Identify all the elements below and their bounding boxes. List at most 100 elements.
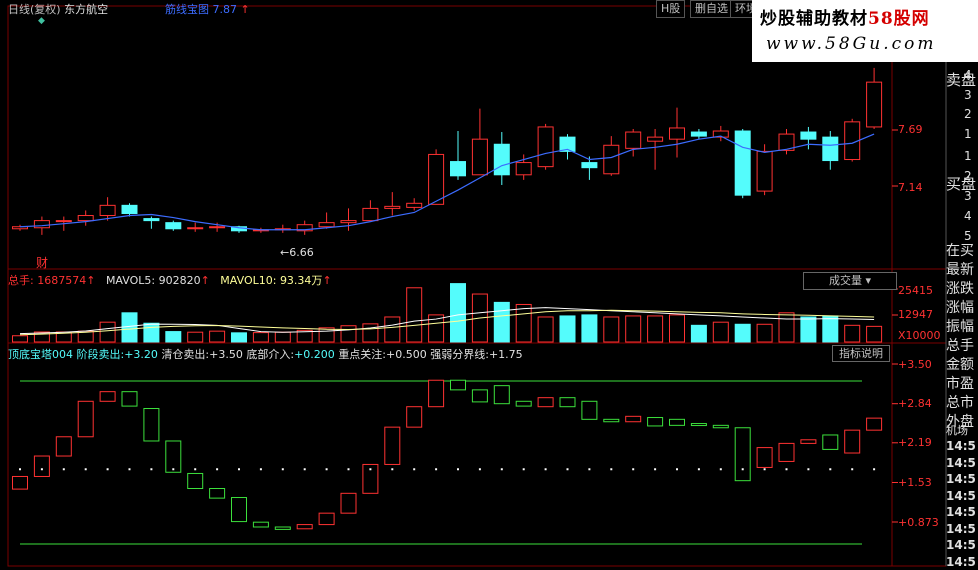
strength-dot [500,468,503,471]
strength-dot [741,468,744,471]
indicator-name[interactable]: 筋线宝图 [165,3,209,16]
period-label[interactable]: 日线(复权) [8,3,61,16]
indicator-help-button[interactable]: 指标说明 [832,345,890,362]
mavol5-value: 902820 [158,274,201,287]
tower-bar-up [844,429,861,454]
low-price-marker: ←6.66 [280,246,314,259]
candle-up [406,202,423,208]
candle-up [756,150,773,192]
strength-dot [763,468,766,471]
candle-up [669,127,685,140]
volume-bar-down [231,332,247,343]
quote-labels: 在买 最新 涨跌 涨幅 振幅 总手 金额 市盈 总市 外盘 [946,243,974,430]
strength-dot [413,468,416,471]
volume-bar-down [734,323,751,343]
tower-bar-down [822,434,839,450]
tower-bar-down [187,472,204,489]
candle-up [537,126,554,168]
indicator-tick-2: +2.84 [898,397,932,410]
tower-bar-down [647,417,664,427]
indicator-tick-3: +2.19 [898,436,932,449]
tower-bar-up [33,455,50,477]
price-tick-2: 7.14 [898,181,923,194]
finance-marker[interactable]: 财 [36,254,48,271]
candle-down [581,162,598,169]
tab-remove-favorite[interactable]: 删自选 [690,0,733,18]
tower-bar-up [384,426,401,465]
indicator-item-label: 阶段卖出: [76,348,125,361]
strength-dot [259,468,262,471]
tower-bar-up [12,475,28,490]
candle-up [187,227,204,230]
tab-hk[interactable]: H股 [656,0,686,18]
volume-bar-up [778,312,795,343]
strength-dot [566,468,569,471]
strength-dot [369,468,372,471]
volume-bar-up [318,327,335,343]
strength-dot [697,468,700,471]
strength-dot [873,468,876,471]
diamond-icon: ◆ [38,16,45,26]
tower-bar-down [712,424,729,429]
tower-bar-down [493,385,510,405]
indicator-title: 顶底宝塔004 [8,348,73,361]
candle-up [471,138,488,176]
strength-dot [128,468,131,471]
strength-dot [62,468,65,471]
volume-bar-up [844,324,861,343]
tower-bar-down [471,389,488,403]
tower-bar-up [406,406,423,428]
indicator-item-value: +0.200 [294,348,335,361]
indicator-tick-5: +0.873 [898,516,939,529]
volume-bar-up [209,330,226,343]
candle-down [800,131,817,140]
tower-bar-up [756,447,773,468]
candle-down [822,136,839,162]
tower-bar-down [669,418,685,426]
tower-bar-up [296,524,313,530]
mavol10-label: MAVOL10: [220,274,277,287]
sell-levels: 4321 [964,68,972,141]
candle-up [362,207,379,222]
volume-bar-up [712,321,729,343]
candle-up [33,220,50,229]
tower-bar-down [690,423,707,427]
tower-bar-down [165,440,182,473]
strength-dot [435,468,438,471]
up-arrow-icon: ↑ [240,3,250,16]
volume-bar-up [340,325,357,343]
candle-up [99,204,116,217]
strength-dot [194,468,197,471]
tower-bar-up [428,379,445,408]
strength-dot [150,468,153,471]
price-tick-1: 7.69 [898,123,923,136]
tower-bar-up [800,439,817,444]
strength-dot [106,468,109,471]
volume-bar-down [143,322,160,343]
tower-bar-up [537,397,554,408]
volume-bar-up [99,321,116,343]
volume-bar-down [493,301,510,343]
strength-dot [610,468,613,471]
strength-dot [238,468,240,471]
candle-down [143,218,160,222]
strength-dot [588,468,591,471]
tower-bar-down [581,400,598,420]
volume-bar-up [866,325,883,343]
tower-bar-down [450,379,466,391]
indicator-item-value: +1.75 [488,348,523,361]
strength-dot [478,468,481,471]
strength-dot [281,468,284,471]
indicator-header: 筋线宝图 7.87 ↑ [165,1,250,17]
trade-times: 14:5 14:5 14:5 14:5 14:5 14:5 14:5 14:5 [946,439,976,569]
candle-down [165,222,182,230]
total-value: 1687574 [37,274,87,287]
mavol5-label: MAVOL5: [105,274,156,287]
volume-bar-up [537,316,554,343]
volume-bar-up [756,323,773,343]
chevron-down-icon: ▾ [865,274,872,287]
total-label: 总手: [8,274,34,287]
tower-bar-up [318,512,335,526]
volume-indicator-select[interactable]: 成交量 ▾ [803,272,897,290]
tower-bar-down [209,487,226,499]
